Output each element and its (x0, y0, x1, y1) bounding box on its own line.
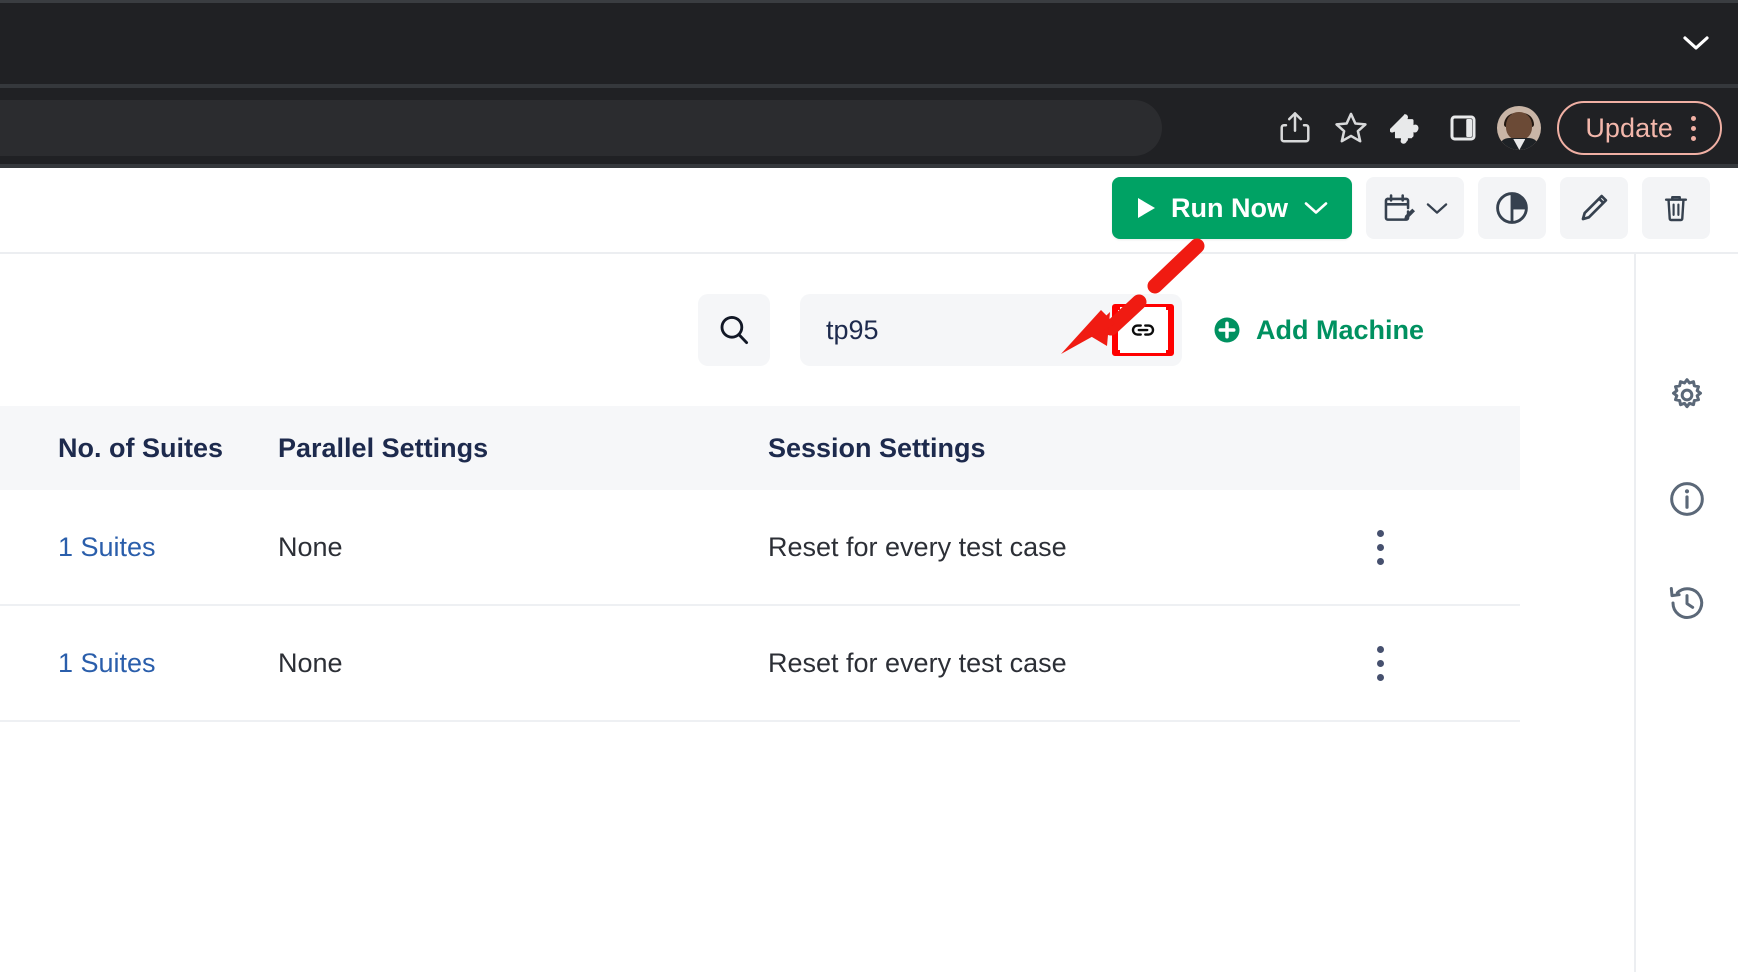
side-panel-icon[interactable] (1435, 100, 1491, 156)
plus-circle-icon (1214, 317, 1240, 343)
search-button[interactable] (697, 294, 770, 366)
table-header-row: No. of Suites Parallel Settings Session … (0, 406, 1520, 490)
pie-chart-icon (1496, 192, 1528, 224)
table-row[interactable]: 1 Suites None Reset for every test case (0, 490, 1520, 606)
cell-actions (1368, 640, 1520, 687)
cell-parallel-settings: None (278, 531, 343, 562)
row-vertical-kebab-icon[interactable] (1371, 524, 1390, 571)
avatar-face (1506, 112, 1533, 141)
trash-icon (1664, 196, 1688, 222)
filter-row: tp95 Add Machine (0, 254, 1634, 406)
column-header-parallel-settings: Parallel Settings (278, 432, 489, 463)
profile-avatar[interactable] (1497, 106, 1542, 150)
cell-suites: 1 Suites (0, 532, 278, 563)
rail-settings-gear-icon[interactable] (1664, 372, 1710, 418)
content-row: tp95 Add Machine No. of Suites Parallel … (0, 254, 1738, 972)
cell-suites: 1 Suites (0, 648, 278, 679)
share-icon[interactable] (1267, 100, 1323, 156)
app-action-toolbar: Run Now (0, 168, 1738, 254)
calendar-edit-icon (1384, 194, 1416, 221)
analytics-button[interactable] (1478, 177, 1546, 239)
suites-link[interactable]: 1 Suites (58, 532, 156, 562)
app-content: Run Now tp95 Add Machine No. of Suites P… (0, 168, 1738, 974)
search-input[interactable]: tp95 (799, 294, 1182, 366)
search-input-value: tp95 (825, 314, 879, 345)
pencil-icon (1581, 194, 1608, 221)
run-now-button[interactable]: Run Now (1112, 177, 1352, 239)
suites-link[interactable]: 1 Suites (58, 648, 156, 678)
schedule-button[interactable] (1366, 177, 1464, 239)
search-icon (720, 315, 749, 345)
column-header-session-settings: Session Settings (768, 432, 986, 463)
link-icon-highlight-box (1111, 304, 1174, 356)
main-column: tp95 Add Machine No. of Suites Parallel … (0, 254, 1634, 972)
chrome-update-button[interactable]: Update (1557, 101, 1722, 155)
row-vertical-kebab-icon[interactable] (1371, 640, 1390, 687)
cell-session-settings: Reset for every test case (768, 647, 1067, 678)
cell-session-settings: Reset for every test case (768, 531, 1067, 562)
schedule-chevron-down-icon (1426, 202, 1448, 214)
delete-button[interactable] (1642, 177, 1710, 239)
tabstrip-top-divider (0, 0, 1738, 3)
run-now-chevron-down-icon (1304, 202, 1328, 214)
bookmark-star-icon[interactable] (1323, 100, 1379, 156)
rail-history-clock-icon[interactable] (1664, 580, 1710, 626)
right-rail (1634, 254, 1738, 972)
copy-link-button[interactable] (1119, 307, 1166, 353)
column-header-no-of-suites: No. of Suites (58, 432, 224, 463)
toolbar-actions: Run Now (1112, 177, 1710, 239)
add-machine-button[interactable]: Add Machine (1212, 315, 1424, 346)
cell-actions (1368, 524, 1520, 571)
cell-parallel-settings: None (278, 647, 343, 678)
chrome-update-label: Update (1585, 112, 1673, 143)
run-now-label: Run Now (1171, 192, 1288, 223)
tab-list-chevron-down-icon[interactable] (1676, 26, 1716, 60)
chain-link-icon (1131, 324, 1155, 336)
chrome-action-icons: Update (1267, 88, 1722, 168)
browser-tab-strip (0, 0, 1738, 84)
table-row[interactable]: 1 Suites None Reset for every test case (0, 606, 1520, 722)
machines-table: No. of Suites Parallel Settings Session … (0, 406, 1520, 722)
extensions-puzzle-icon[interactable] (1379, 100, 1435, 156)
chrome-menu-vertical-kebab-icon[interactable] (1673, 115, 1710, 141)
add-machine-label: Add Machine (1255, 314, 1424, 345)
edit-button[interactable] (1560, 177, 1628, 239)
address-bar[interactable] (0, 100, 1162, 156)
play-icon (1138, 198, 1156, 218)
rail-info-circle-icon[interactable] (1664, 476, 1710, 522)
browser-toolbar: Update (0, 88, 1738, 168)
